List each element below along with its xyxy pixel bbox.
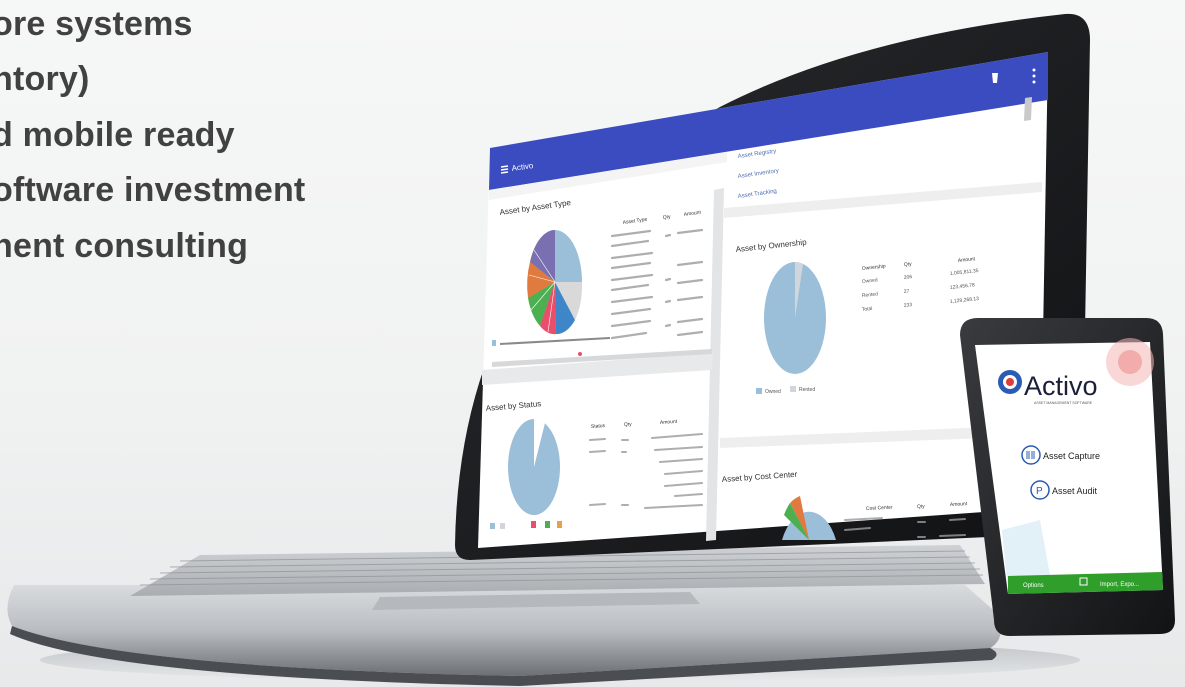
legend-rented: Rented (799, 387, 815, 393)
laptop: Activo Asset Registry Asset Inventory As… (7, 13, 1090, 686)
scrollbar[interactable] (1024, 97, 1032, 121)
more-vert-icon[interactable] (1032, 68, 1036, 84)
status-col-3: Amount (660, 419, 678, 426)
cc-col-2: Qty (917, 504, 926, 510)
own-col-2: Qty (904, 261, 913, 268)
status-col-1: Status (591, 423, 606, 430)
phone-brand: Activo (1024, 371, 1098, 401)
notification-icon[interactable] (992, 73, 998, 83)
own-row-3-qty: 233 (904, 302, 913, 309)
menu-label-audit: Asset Audit (1052, 486, 1098, 496)
legend-owned-swatch (756, 388, 762, 394)
own-row-3-label: Total (862, 306, 873, 313)
phone: Activo ASSET MANAGEMENT SOFTWARE Asset C… (960, 318, 1175, 636)
phone-screen: Activo ASSET MANAGEMENT SOFTWARE Asset C… (975, 338, 1163, 594)
phone-import-button[interactable]: Import, Expo... (1100, 582, 1139, 588)
audit-icon: P (1036, 486, 1043, 497)
status-col-2: Qty (624, 421, 633, 428)
cc-col-3: Amount (950, 501, 968, 508)
legend-rented-swatch (790, 386, 796, 392)
menu-label-capture: Asset Capture (1043, 451, 1100, 461)
legend-swatch (492, 340, 496, 346)
own-row-1-qty: 206 (904, 274, 913, 281)
phone-options-button[interactable]: Options (1023, 583, 1044, 589)
own-row-2-qty: 27 (904, 288, 910, 295)
col-header-qty: Qty (662, 214, 671, 221)
activo-logo-icon (998, 370, 1022, 394)
legend-owned: Owned (765, 389, 781, 395)
device-mockup: Activo Asset Registry Asset Inventory As… (7, 13, 1175, 686)
laptop-screen: Activo Asset Registry Asset Inventory As… (478, 52, 1048, 548)
phone-tagline: ASSET MANAGEMENT SOFTWARE (1034, 401, 1093, 405)
